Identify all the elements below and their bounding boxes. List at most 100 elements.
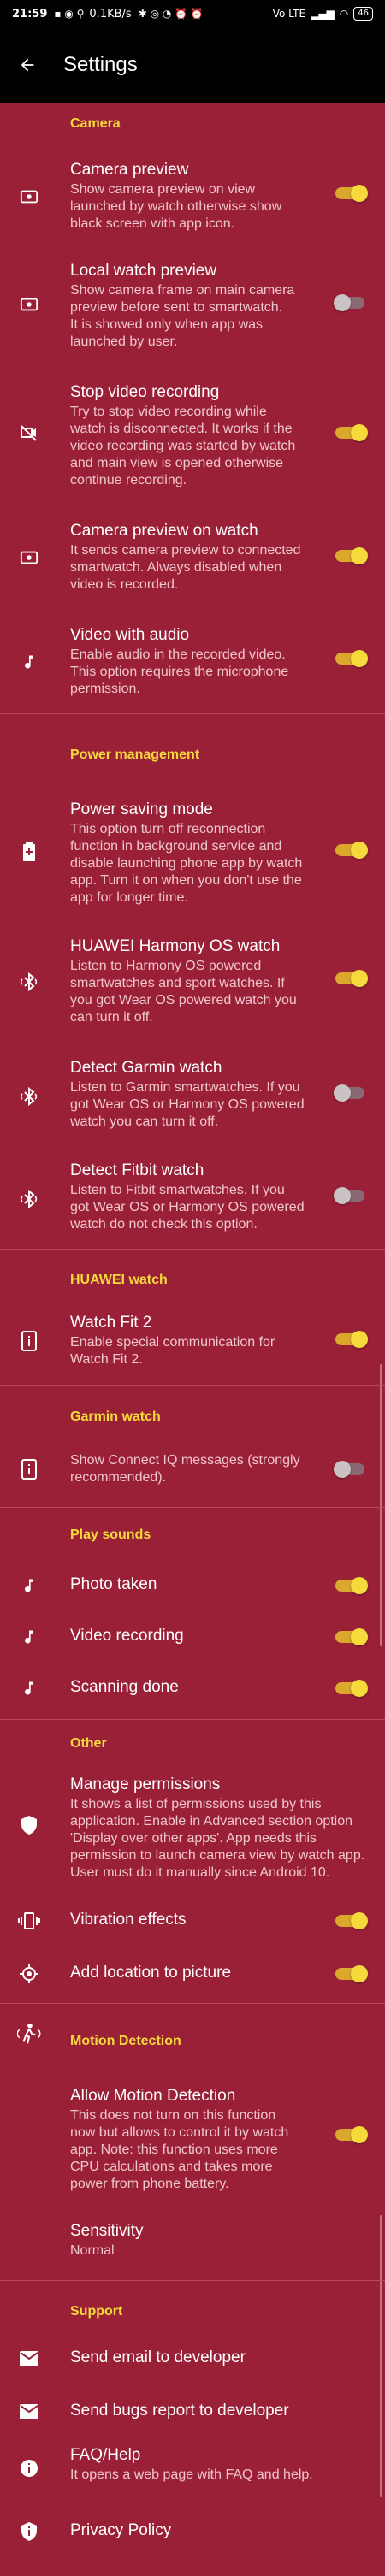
setting-title: Scanning done	[70, 1678, 179, 1696]
setting-summary-line: got Wear OS or Harmony OS powered	[70, 1097, 305, 1112]
wifi-icon: ◠	[339, 8, 349, 20]
setting-summary-line: continue recording.	[70, 473, 187, 487]
setting-bugs-report[interactable]: Send bugs report to developer	[0, 2388, 385, 2436]
setting-summary-line: smartwatches and sport watches. If	[70, 976, 285, 990]
setting-garmin-detect[interactable]: Detect Garmin watch Listen to Garmin sma…	[0, 1054, 385, 1139]
back-button[interactable]	[10, 48, 44, 82]
app-bar: Settings	[0, 27, 385, 103]
setting-summary-line: video recording was started by watch	[70, 439, 296, 453]
bluetooth-searching-icon	[17, 1187, 41, 1211]
setting-summary-line: It shows a list of permissions used by t…	[70, 1797, 322, 1811]
music-note-icon	[17, 1574, 41, 1598]
setting-privacy[interactable]: Privacy Policy	[0, 2508, 385, 2555]
bluetooth-searching-icon	[17, 970, 41, 994]
setting-watch-fit[interactable]: Watch Fit 2 Enable special communication…	[0, 1309, 385, 1374]
setting-power-saving[interactable]: Power saving mode This option turn off r…	[0, 795, 385, 915]
setting-summary-line: app for longer time.	[70, 890, 188, 905]
setting-photo-taken[interactable]: Photo taken	[0, 1562, 385, 1610]
status-extra-icons: ✱ ◎ ◔ ⏰ ⏰	[138, 8, 204, 20]
setting-summary-line: recommended).	[70, 1470, 167, 1485]
setting-summary-line: Show camera preview on view	[70, 182, 256, 197]
divider	[0, 1385, 385, 1386]
battery-saver-icon	[17, 840, 41, 864]
email-icon	[17, 2400, 41, 2424]
video-audio-toggle[interactable]	[334, 648, 368, 669]
scanning-done-toggle[interactable]	[334, 1678, 368, 1699]
camera-frame-icon	[17, 292, 41, 316]
setting-title: Detect Garmin watch	[70, 1059, 222, 1077]
category-other: Other	[70, 1736, 107, 1751]
setting-summary-line: Listen to Fitbit smartwatches. If you	[70, 1183, 285, 1197]
setting-summary-line: app. Note: this function uses more	[70, 2142, 278, 2157]
setting-title: FAQ/Help	[70, 2446, 141, 2464]
divider	[0, 1249, 385, 1250]
setting-sensitivity[interactable]: Sensitivity Normal	[0, 2217, 385, 2268]
setting-faq[interactable]: FAQ/Help It opens a web page with FAQ an…	[0, 2439, 385, 2499]
setting-motion-allow[interactable]: Allow Motion Detection This does not tur…	[0, 2082, 385, 2201]
bluetooth-searching-icon	[17, 1084, 41, 1108]
harmony-toggle[interactable]	[334, 968, 368, 989]
music-note-icon	[17, 1625, 41, 1649]
divider	[0, 1507, 385, 1508]
setting-scanning-done[interactable]: Scanning done	[0, 1664, 385, 1712]
watch-fit-toggle[interactable]	[334, 1329, 368, 1350]
camera-preview-icon	[17, 185, 41, 209]
setting-stop-video[interactable]: Stop video recording Try to stop video r…	[0, 378, 385, 498]
signal-icon: ▂▄▆	[311, 8, 335, 20]
setting-title: Send email to developer	[70, 2349, 246, 2366]
setting-summary-line: permission to launch camera view by watc…	[70, 1848, 365, 1863]
camera-preview-toggle[interactable]	[334, 183, 368, 204]
setting-video-audio[interactable]: Video with audio Enable audio in the rec…	[0, 621, 385, 706]
setting-video-recording[interactable]: Video recording	[0, 1613, 385, 1661]
setting-local-preview[interactable]: Local watch preview Show camera frame on…	[0, 257, 385, 359]
setting-summary-line: It opens a web page with FAQ and help.	[70, 2467, 313, 2482]
divider	[0, 713, 385, 714]
local-preview-toggle[interactable]	[334, 292, 368, 313]
preview-on-watch-toggle[interactable]	[334, 546, 368, 566]
email-icon	[17, 2347, 41, 2371]
setting-camera-preview[interactable]: Camera preview Show camera preview on vi…	[0, 156, 385, 241]
setting-summary-line: Show camera frame on main camera	[70, 283, 295, 298]
watch-info-icon	[17, 1457, 41, 1481]
category-garmin: Garmin watch	[70, 1409, 161, 1424]
setting-summary-line: disable launching phone app by watch	[70, 856, 303, 871]
setting-summary-line: User must do it manually since Android 1…	[70, 1865, 330, 1880]
setting-location[interactable]: Add location to picture	[0, 1950, 385, 1998]
setting-title: Video recording	[70, 1627, 184, 1645]
arrow-back-icon	[21, 58, 34, 72]
setting-title: Vibration effects	[70, 1911, 187, 1929]
location-toggle[interactable]	[334, 1964, 368, 1984]
setting-title: Add location to picture	[70, 1964, 232, 1982]
category-support: Support	[70, 2304, 123, 2319]
video-recording-toggle[interactable]	[334, 1627, 368, 1647]
setting-title: Video with audio	[70, 626, 190, 644]
preview-watch-icon	[17, 546, 41, 570]
connect-iq-toggle[interactable]	[334, 1459, 368, 1480]
stop-video-toggle[interactable]	[334, 422, 368, 443]
setting-summary-line: Enable audio in the recorded video.	[70, 647, 286, 662]
setting-preview-on-watch[interactable]: Camera preview on watch It sends camera …	[0, 517, 385, 602]
bottom-spacer	[0, 2555, 385, 2576]
setting-summary-line: Listen to Harmony OS powered	[70, 959, 262, 973]
setting-email-dev[interactable]: Send email to developer	[0, 2335, 385, 2383]
garmin-detect-toggle[interactable]	[334, 1083, 368, 1103]
my-location-icon	[17, 1962, 41, 1986]
setting-summary-line: Normal	[70, 2243, 115, 2258]
setting-manage-permissions[interactable]: Manage permissions It shows a list of pe…	[0, 1770, 385, 1890]
power-saving-toggle[interactable]	[334, 840, 368, 860]
setting-vibration[interactable]: Vibration effects	[0, 1897, 385, 1945]
setting-harmony[interactable]: HUAWEI Harmony OS watch Listen to Harmon…	[0, 932, 385, 1035]
setting-title: Sensitivity	[70, 2222, 144, 2240]
setting-connect-iq[interactable]: Show Connect IQ messages (strongly recom…	[0, 1445, 385, 1495]
setting-title: Send bugs report to developer	[70, 2402, 289, 2419]
shield-icon	[17, 1813, 41, 1837]
fitbit-detect-toggle[interactable]	[334, 1185, 368, 1206]
photo-taken-toggle[interactable]	[334, 1575, 368, 1596]
status-time: 21:59	[12, 7, 48, 21]
music-note-icon	[17, 1676, 41, 1700]
setting-fitbit-detect[interactable]: Detect Fitbit watch Listen to Fitbit sma…	[0, 1156, 385, 1242]
network-speed: 0.1KB/s	[89, 7, 132, 21]
vibration-toggle[interactable]	[334, 1911, 368, 1931]
setting-title: Camera preview	[70, 161, 189, 179]
motion-allow-toggle[interactable]	[334, 2124, 368, 2145]
